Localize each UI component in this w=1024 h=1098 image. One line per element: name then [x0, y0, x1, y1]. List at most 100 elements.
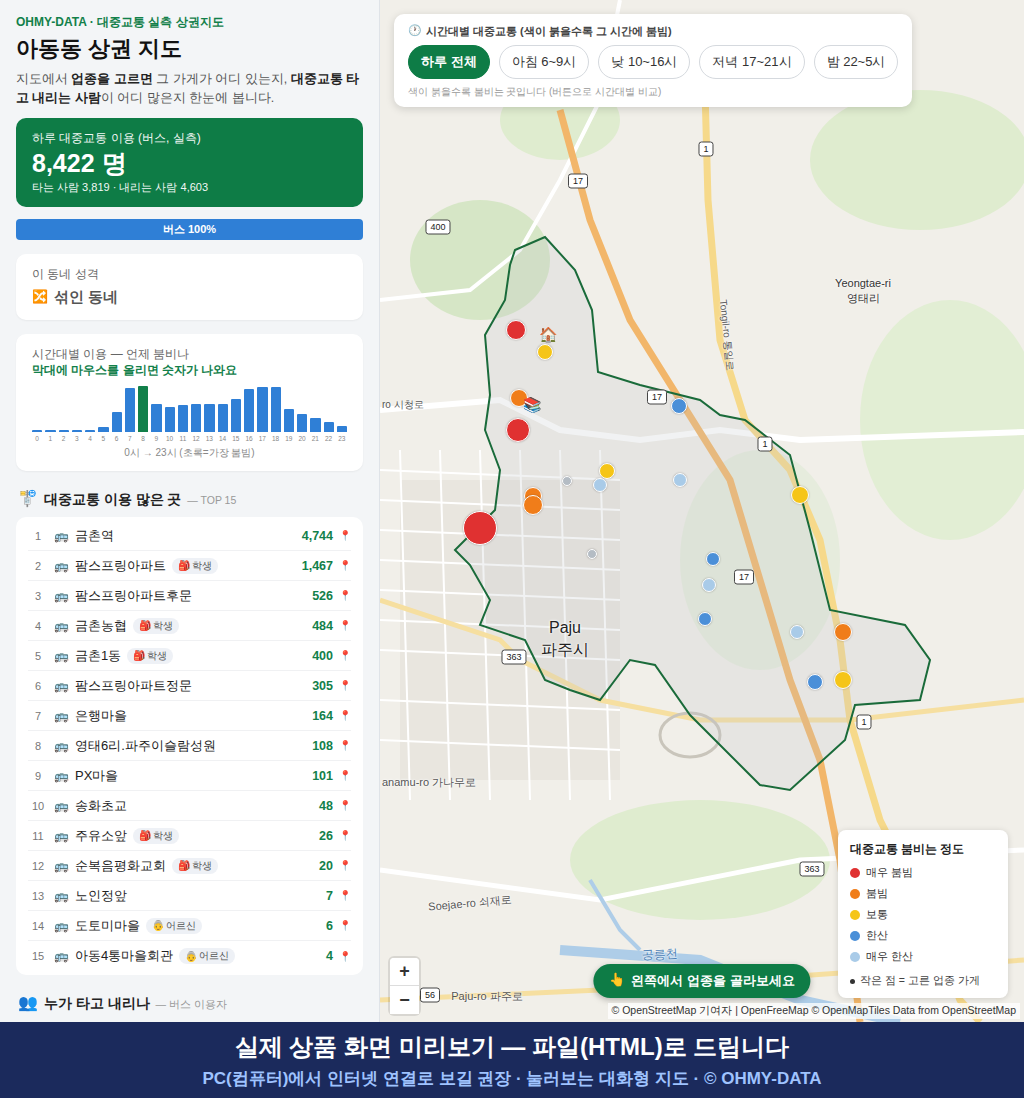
- pin-icon[interactable]: 📍: [339, 920, 351, 931]
- list-row[interactable]: 9🚌PX마을101📍: [28, 761, 351, 791]
- time-button[interactable]: 하루 전체: [408, 45, 490, 79]
- time-button[interactable]: 밤 22~5시: [814, 45, 899, 79]
- chart-bar[interactable]: [45, 430, 55, 432]
- chart-bar[interactable]: [32, 430, 42, 432]
- chart-bar[interactable]: [178, 405, 188, 432]
- pin-icon[interactable]: 📍: [339, 680, 351, 691]
- map-marker[interactable]: [790, 625, 804, 639]
- list-row[interactable]: 5🚌금촌1동🎒학생400📍: [28, 641, 351, 671]
- list-row[interactable]: 15🚌아동4통마을회관👵어르신4📍: [28, 941, 351, 971]
- pin-icon[interactable]: 📍: [339, 890, 351, 901]
- place-icon[interactable]: 🏠: [539, 326, 558, 344]
- map-label: Yeongtae-ri: [835, 277, 891, 289]
- map-marker[interactable]: [562, 476, 572, 486]
- chart-bar[interactable]: [165, 407, 175, 432]
- map[interactable]: 11740017117363136356Yeongtae-ri영태리Paju파주…: [380, 0, 1024, 1022]
- map-marker[interactable]: [506, 418, 530, 442]
- list-row[interactable]: 6🚌팜스프링아파트정문305📍: [28, 671, 351, 701]
- pin-icon[interactable]: 📍: [339, 650, 351, 661]
- chart-bar[interactable]: [257, 387, 267, 432]
- map-marker[interactable]: [807, 674, 823, 690]
- pin-icon[interactable]: 📍: [339, 710, 351, 721]
- map-marker[interactable]: [834, 671, 852, 689]
- chart-bar[interactable]: [218, 404, 228, 432]
- chart-bar[interactable]: [138, 386, 148, 432]
- chart-tick: 23: [337, 434, 347, 443]
- pin-icon[interactable]: 📍: [339, 590, 351, 601]
- list-row[interactable]: 1🚌금촌역4,744📍: [28, 521, 351, 551]
- choose-category-button[interactable]: 👆왼쪽에서 업종을 골라보세요: [593, 964, 810, 998]
- chart-bar[interactable]: [125, 388, 135, 432]
- page: OHMY-DATA · 대중교통 실측 상권지도아동동 상권 지도지도에서 업종…: [0, 0, 1024, 1098]
- people-icon: 👥: [18, 993, 38, 1012]
- chart-bar[interactable]: [324, 422, 334, 432]
- list-row[interactable]: 2🚌팜스프링아파트🎒학생1,467📍: [28, 551, 351, 581]
- map-marker[interactable]: [599, 463, 615, 479]
- time-button[interactable]: 아침 6~9시: [499, 45, 590, 79]
- chart-bar[interactable]: [85, 430, 95, 432]
- pin-icon[interactable]: 📍: [339, 530, 351, 541]
- hourly-chart: [32, 384, 347, 432]
- pin-icon[interactable]: 📍: [339, 770, 351, 781]
- map-marker[interactable]: [834, 623, 852, 641]
- map-marker[interactable]: [587, 549, 597, 559]
- pin-icon[interactable]: 📍: [339, 951, 351, 962]
- mode-fill: 버스 100%: [16, 219, 363, 240]
- chart-bar[interactable]: [151, 404, 161, 432]
- chart-tick: 7: [125, 434, 135, 443]
- chart-bar[interactable]: [271, 387, 281, 432]
- map-marker[interactable]: [593, 478, 607, 492]
- time-button[interactable]: 낮 10~16시: [598, 45, 690, 79]
- bus-icon: 🚌: [54, 889, 69, 903]
- pin-icon[interactable]: 📍: [339, 620, 351, 631]
- list-row[interactable]: 8🚌영태6리.파주이슬람성원108📍: [28, 731, 351, 761]
- list-row[interactable]: 10🚌송화초교48📍: [28, 791, 351, 821]
- chart-bar[interactable]: [72, 430, 82, 432]
- map-marker[interactable]: [671, 398, 687, 414]
- map-marker[interactable]: [506, 320, 526, 340]
- zoom-in-button[interactable]: +: [390, 958, 419, 986]
- chart-bar[interactable]: [59, 430, 69, 432]
- list-row[interactable]: 12🚌순복음평화교회🎒학생20📍: [28, 851, 351, 881]
- pin-icon[interactable]: 📍: [339, 740, 351, 751]
- map-marker[interactable]: [537, 344, 553, 360]
- chart-bar[interactable]: [244, 389, 254, 432]
- list-row[interactable]: 3🚌팜스프링아파트후문526📍: [28, 581, 351, 611]
- map-marker[interactable]: [702, 578, 716, 592]
- chart-bar[interactable]: [284, 409, 294, 432]
- tag: 🎒학생: [127, 648, 173, 664]
- zoom-control: +−: [390, 958, 419, 1014]
- map-marker[interactable]: [698, 612, 712, 626]
- chart-bar[interactable]: [297, 414, 307, 432]
- list-row[interactable]: 4🚌금촌농협🎒학생484📍: [28, 611, 351, 641]
- pin-icon[interactable]: 📍: [339, 860, 351, 871]
- chart-bar[interactable]: [98, 427, 108, 432]
- chart-bar[interactable]: [191, 404, 201, 432]
- chart-bar[interactable]: [112, 412, 122, 432]
- zoom-out-button[interactable]: −: [390, 986, 419, 1014]
- map-marker[interactable]: [706, 552, 720, 566]
- list-row[interactable]: 7🚌은행마을164📍: [28, 701, 351, 731]
- time-button[interactable]: 저녁 17~21시: [699, 45, 804, 79]
- chart-bar[interactable]: [204, 404, 214, 432]
- map-marker[interactable]: [673, 473, 687, 487]
- map-marker[interactable]: [463, 511, 497, 545]
- chart-bar[interactable]: [337, 426, 347, 432]
- list-row[interactable]: 11🚌주유소앞🎒학생26📍: [28, 821, 351, 851]
- list-row[interactable]: 13🚌노인정앞7📍: [28, 881, 351, 911]
- map-label: 파주시: [541, 641, 589, 659]
- map-marker[interactable]: [791, 486, 809, 504]
- map-marker[interactable]: [523, 495, 543, 515]
- legend-item: 보통: [850, 907, 996, 922]
- pin-icon[interactable]: 📍: [339, 830, 351, 841]
- summary-card: 하루 대중교통 이용 (버스, 실측)8,422 명타는 사람 3,819 · …: [16, 118, 363, 207]
- list-row[interactable]: 14🚌도토미마을👵어르신6📍: [28, 911, 351, 941]
- place-icon[interactable]: 📚: [523, 396, 542, 414]
- chart-bar[interactable]: [310, 418, 320, 432]
- map-label: Paju-ro 파주로: [451, 990, 523, 1002]
- chart-tick: 20: [297, 434, 307, 443]
- chart-bar[interactable]: [231, 399, 241, 432]
- pin-icon[interactable]: 📍: [339, 800, 351, 811]
- bus-icon: 🚌: [54, 529, 69, 543]
- pin-icon[interactable]: 📍: [339, 560, 351, 571]
